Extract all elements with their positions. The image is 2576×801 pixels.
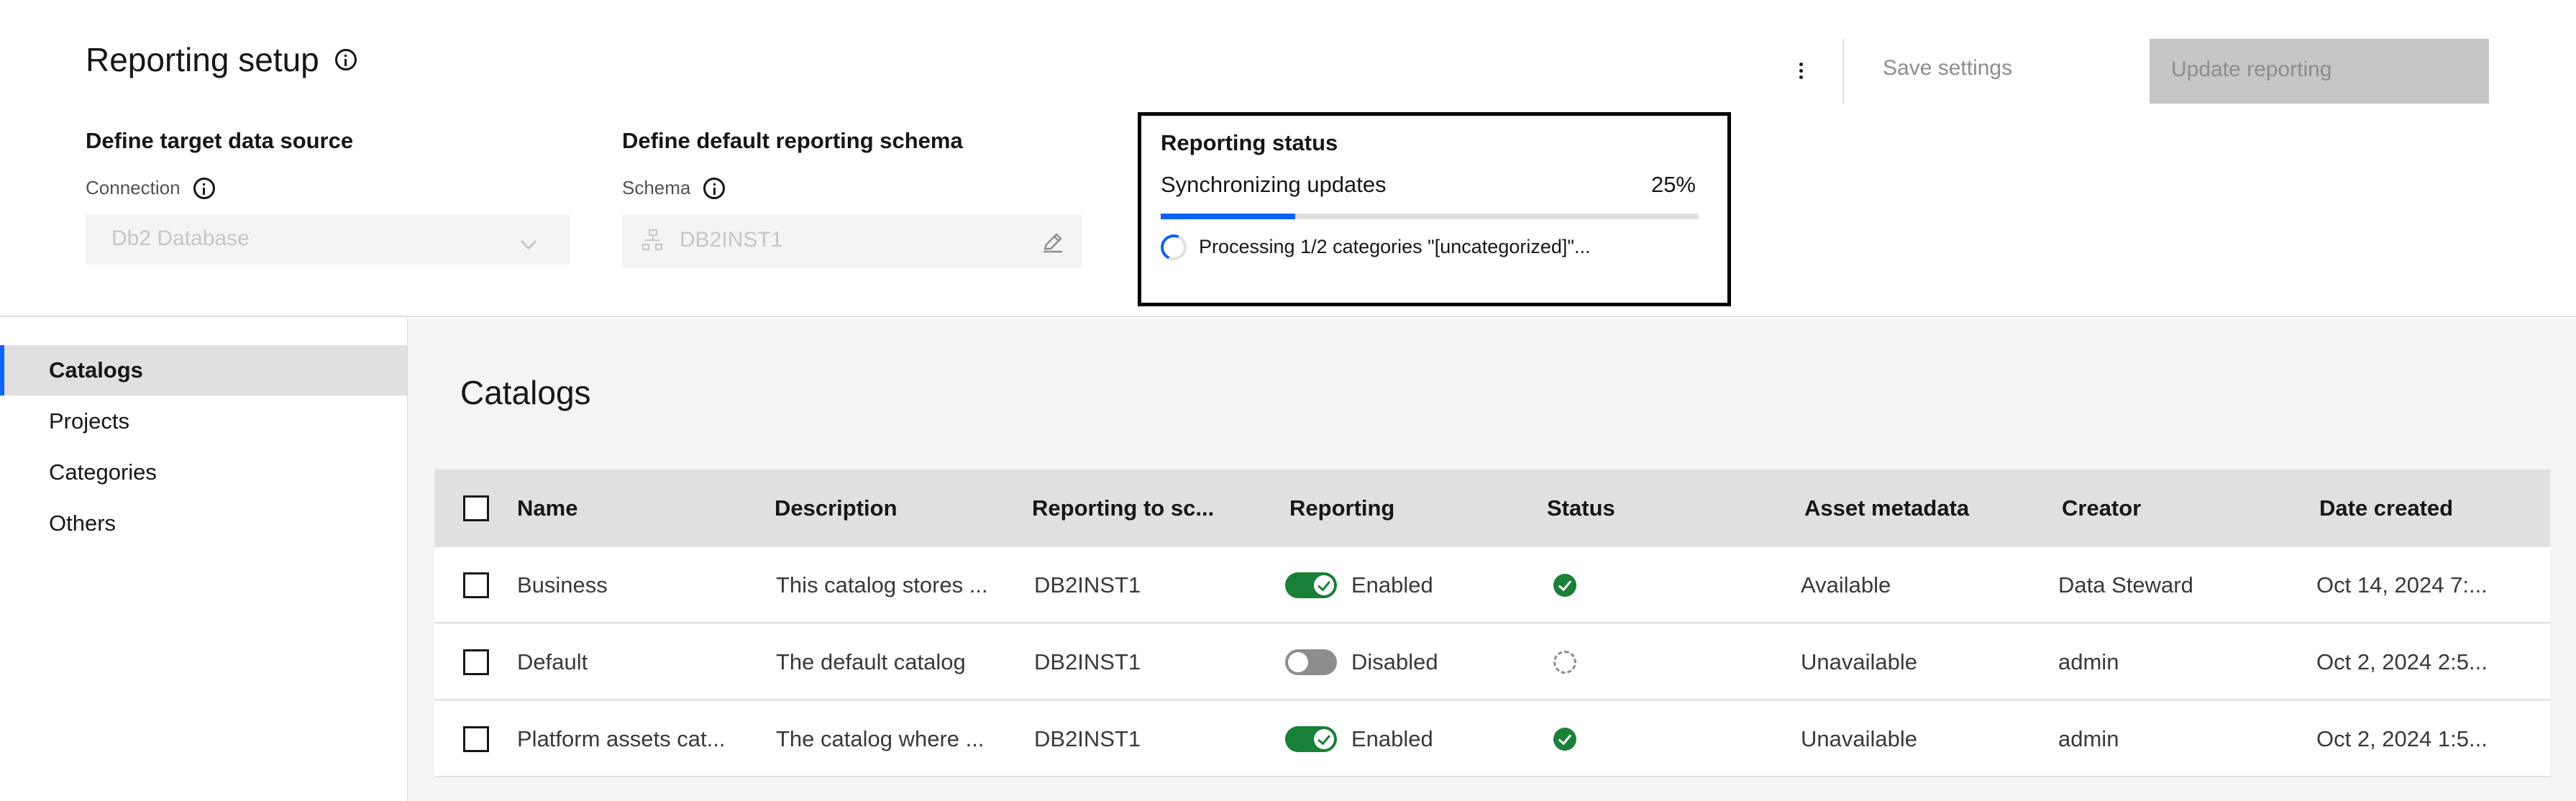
incomplete-status-icon: [1553, 651, 1576, 674]
target-source-heading: Define target data source: [86, 128, 354, 153]
sidebar-item-others[interactable]: Others: [0, 498, 407, 549]
cell-asset-metadata: Available: [1801, 572, 1891, 598]
page-title: Reporting setup: [86, 40, 357, 79]
connection-value: Db2 Database: [111, 226, 250, 250]
cell-reporting: Enabled: [1285, 547, 1433, 623]
cell-schema: DB2INST1: [1034, 726, 1141, 751]
sidebar-item-catalogs[interactable]: Catalogs: [0, 345, 407, 395]
cell-creator: admin: [2058, 726, 2119, 751]
cell-name[interactable]: Business: [517, 547, 608, 623]
cell-status: [1553, 547, 1576, 623]
schema-field[interactable]: DB2INST1: [622, 214, 1082, 267]
schema-heading: Define default reporting schema: [622, 128, 963, 153]
reporting-status-card: Reporting status Synchronizing updates 2…: [1138, 112, 1731, 306]
table-row[interactable]: Default The default catalog DB2INST1 Dis…: [434, 624, 2550, 700]
column-header-date-created[interactable]: Date created: [2319, 470, 2453, 547]
cell-description: The catalog where ...: [776, 726, 985, 751]
update-reporting-button[interactable]: Update reporting: [2150, 39, 2489, 104]
cell-name[interactable]: Platform assets cat...: [517, 701, 725, 777]
cell-schema: DB2INST1: [1034, 649, 1141, 674]
chevron-down-icon: [520, 233, 537, 250]
column-header-schema[interactable]: Reporting to sc...: [1032, 470, 1214, 547]
select-all-checkbox[interactable]: [463, 495, 489, 521]
connection-label-text: Connection: [86, 177, 181, 198]
toolbar-divider: [1842, 39, 1844, 104]
page-title-text: Reporting setup: [86, 41, 319, 78]
schema-label-text: Schema: [622, 177, 691, 198]
connection-info-icon[interactable]: [193, 177, 215, 199]
sidebar-item-categories[interactable]: Categories: [0, 447, 407, 498]
cell-reporting: Enabled: [1285, 701, 1433, 777]
reporting-label: Enabled: [1351, 572, 1433, 598]
main-content: Catalogs Name Description Reporting to s…: [410, 319, 2576, 801]
cell-date-created: Oct 2, 2024 1:5...: [2316, 726, 2488, 751]
loading-spinner-icon: [1156, 230, 1191, 265]
page-header: Reporting setup Save settings Update rep…: [0, 0, 2576, 317]
connection-label: Connection: [86, 177, 215, 199]
cell-creator: Data Steward: [2058, 572, 2193, 598]
reporting-toggle[interactable]: [1285, 649, 1337, 675]
save-settings-button[interactable]: Save settings: [1883, 56, 2012, 81]
reporting-label: Enabled: [1351, 726, 1433, 751]
info-icon[interactable]: [334, 49, 357, 70]
column-header-reporting[interactable]: Reporting: [1289, 470, 1394, 547]
reporting-toggle[interactable]: [1285, 726, 1337, 752]
table-row[interactable]: Platform assets cat... The catalog where…: [434, 701, 2550, 777]
column-header-description[interactable]: Description: [775, 470, 898, 547]
cell-asset-metadata: Unavailable: [1801, 726, 1917, 751]
schema-value: DB2INST1: [680, 228, 783, 252]
edit-icon[interactable]: [1041, 230, 1065, 255]
checkmark-filled-icon: [1553, 728, 1576, 751]
column-header-creator[interactable]: Creator: [2062, 470, 2141, 547]
checkmark-filled-icon: [1553, 574, 1576, 597]
schema-icon: [642, 229, 664, 251]
row-checkbox[interactable]: [463, 649, 489, 675]
section-title: Catalogs: [460, 374, 591, 411]
cell-status: [1553, 701, 1576, 777]
cell-schema: DB2INST1: [1034, 572, 1141, 598]
schema-info-icon[interactable]: [703, 177, 726, 199]
sidebar: Catalogs Projects Categories Others: [0, 319, 408, 801]
cell-asset-metadata: Unavailable: [1801, 649, 1917, 674]
status-title: Reporting status: [1161, 130, 1338, 155]
column-header-asset-metadata[interactable]: Asset metadata: [1804, 470, 1969, 547]
cell-status: [1553, 624, 1576, 700]
progress-bar: [1161, 214, 1699, 219]
connection-select[interactable]: Db2 Database: [86, 214, 570, 265]
status-percent: 25%: [1650, 172, 1696, 197]
status-message: Processing 1/2 categories "[uncategorize…: [1199, 236, 1591, 257]
progress-fill: [1161, 214, 1295, 219]
cell-description: The default catalog: [776, 649, 966, 674]
row-checkbox[interactable]: [463, 726, 489, 752]
row-checkbox[interactable]: [463, 572, 489, 598]
reporting-label: Disabled: [1351, 649, 1438, 674]
cell-date-created: Oct 2, 2024 2:5...: [2316, 649, 2488, 674]
schema-label: Schema: [622, 177, 726, 199]
column-header-status[interactable]: Status: [1547, 470, 1615, 547]
sidebar-item-projects[interactable]: Projects: [0, 396, 407, 447]
cell-reporting: Disabled: [1285, 624, 1438, 700]
table-row[interactable]: Business This catalog stores ... DB2INST…: [434, 547, 2550, 623]
cell-creator: admin: [2058, 649, 2119, 674]
table-header: Name Description Reporting to sc... Repo…: [434, 470, 2550, 547]
reporting-toggle[interactable]: [1285, 572, 1337, 598]
cell-name[interactable]: Default: [517, 624, 588, 700]
overflow-menu-icon[interactable]: [1786, 56, 1815, 85]
cell-date-created: Oct 14, 2024 7:...: [2316, 572, 2488, 598]
column-header-name[interactable]: Name: [517, 470, 577, 547]
cell-description: This catalog stores ...: [776, 572, 988, 598]
status-subtitle: Synchronizing updates: [1161, 172, 1387, 197]
